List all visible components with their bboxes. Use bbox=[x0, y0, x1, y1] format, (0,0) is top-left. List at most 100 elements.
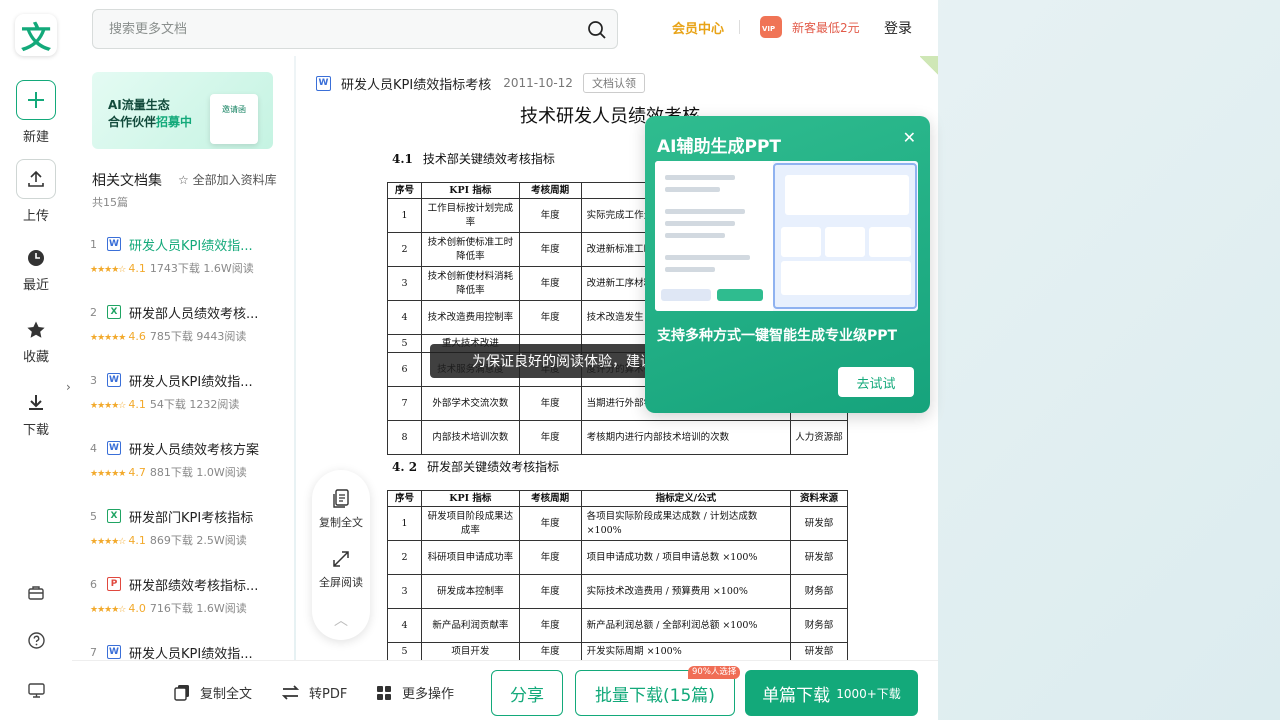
table-cell: 年度 bbox=[518, 608, 582, 643]
partner-banner[interactable]: AI流量生态 合作伙伴招募中 邀请函 bbox=[92, 72, 273, 149]
related-doc-item[interactable]: 6 P 研发部绩效考核指标... ★★★★☆ 4.0 716下载 1.6W阅读 bbox=[90, 574, 290, 634]
table-cell: 4 bbox=[387, 300, 422, 335]
invitation-card: 邀请函 bbox=[210, 94, 258, 144]
rating-stars: ★★★★☆ bbox=[90, 605, 126, 615]
table-cell: 年度 bbox=[518, 420, 582, 455]
share-button[interactable]: 分享 bbox=[491, 670, 563, 716]
table-header: 考核周期 bbox=[518, 490, 582, 507]
fullscreen-tool[interactable]: 全屏阅读 bbox=[312, 548, 370, 590]
try-button[interactable]: 去试试 bbox=[838, 367, 914, 397]
item-meta: ★★★★☆ 4.1 1743下载 1.6W阅读 bbox=[90, 260, 254, 276]
scroll-up-icon[interactable]: ︿ bbox=[312, 610, 370, 630]
vip-gift-icon: VIP bbox=[760, 16, 782, 38]
rating-score: 4.7 bbox=[128, 466, 146, 479]
table-cell: 研发项目阶段成果达成率 bbox=[420, 506, 520, 541]
new-button[interactable]: 新建 bbox=[0, 80, 72, 145]
search-icon[interactable] bbox=[587, 20, 607, 44]
table-cell: 3 bbox=[387, 574, 422, 609]
favorites-button[interactable]: 收藏 bbox=[0, 318, 72, 365]
table-cell: 人力资源部 bbox=[790, 420, 848, 455]
copy-all-tool[interactable]: 复制全文 bbox=[312, 488, 370, 530]
item-title: 研发人员KPI绩效指... bbox=[129, 647, 253, 660]
table-row: 4 新产品利润贡献率 年度 新产品利润总额 / 全部利润总额 ×100% 财务部 bbox=[387, 608, 848, 643]
rating-stars: ★★★★★ bbox=[90, 333, 126, 343]
table-cell: 技术创新使标准工时降低率 bbox=[420, 232, 520, 267]
search-input[interactable] bbox=[93, 10, 563, 48]
read-count: 2.5W阅读 bbox=[196, 534, 247, 547]
rating-score: 4.6 bbox=[128, 330, 146, 343]
item-meta: ★★★★★ 4.7 881下载 1.0W阅读 bbox=[90, 464, 247, 480]
table-cell: 研发部 bbox=[790, 540, 848, 575]
recent-button[interactable]: 最近 bbox=[0, 246, 72, 293]
related-doc-item[interactable]: 3 W 研发人员KPI绩效指... ★★★★☆ 4.1 54下载 1232阅读 bbox=[90, 370, 290, 430]
search-box[interactable] bbox=[92, 9, 618, 49]
more-actions-button[interactable]: 更多操作 bbox=[376, 683, 454, 702]
floating-toolbar: 复制全文 全屏阅读 ︿ bbox=[312, 470, 370, 640]
table-cell: 年度 bbox=[518, 198, 582, 233]
item-title: 研发部人员绩效考核... bbox=[129, 307, 259, 322]
logo[interactable]: 文 bbox=[15, 14, 57, 56]
file-type-icon: P bbox=[107, 577, 121, 591]
table-cell: 年度 bbox=[518, 300, 582, 335]
item-number: 4 bbox=[90, 442, 97, 455]
doc-header: W 研发人员KPI绩效指标考核 2011-10-12 文档认领 bbox=[316, 73, 645, 93]
to-pdf-button[interactable]: 转PDF bbox=[282, 683, 347, 702]
table-cell: 项目开发 bbox=[420, 642, 520, 660]
add-all-button[interactable]: ☆ 全部加入资料库 bbox=[178, 171, 277, 188]
single-download-button[interactable]: 单篇下载 1000+下载 bbox=[745, 670, 918, 716]
grid-icon bbox=[376, 685, 392, 701]
related-doc-item[interactable]: 1 W 研发人员KPI绩效指... ★★★★☆ 4.1 1743下载 1.6W阅读 bbox=[90, 234, 290, 294]
related-doc-item[interactable]: 4 W 研发人员绩效考核方案 ★★★★★ 4.7 881下载 1.0W阅读 bbox=[90, 438, 290, 498]
table-header: KPI 指标 bbox=[420, 182, 520, 199]
table-cell: 8 bbox=[387, 420, 422, 455]
login-link[interactable]: 登录 bbox=[884, 18, 912, 38]
collapse-arrow-icon[interactable]: › bbox=[66, 380, 71, 394]
related-count: 共15篇 bbox=[92, 196, 128, 209]
vip-center-link[interactable]: 会员中心 bbox=[672, 18, 724, 37]
table-cell: 2 bbox=[387, 232, 422, 267]
table-cell: 5 bbox=[387, 642, 422, 660]
item-number: 7 bbox=[90, 646, 97, 659]
related-sidebar: AI流量生态 合作伙伴招募中 邀请函 相关文档集 ☆ 全部加入资料库 共15篇 … bbox=[72, 56, 294, 660]
item-meta: ★★★★★ 4.6 785下载 9443阅读 bbox=[90, 328, 246, 344]
copy-all-button[interactable]: 复制全文 bbox=[174, 683, 252, 702]
download-count: 54下载 bbox=[149, 398, 186, 411]
left-rail: 文 新建 上传 最近 收藏 下载 bbox=[0, 0, 72, 720]
newcomer-promo[interactable]: VIP 新客最低2元 bbox=[760, 14, 860, 40]
download-count: 1743下载 bbox=[149, 262, 200, 275]
table-row: 8 内部技术培训次数 年度 考核期内进行内部技术培训的次数 人力资源部 bbox=[387, 420, 848, 455]
item-number: 6 bbox=[90, 578, 97, 591]
help-icon[interactable] bbox=[26, 630, 46, 650]
close-icon[interactable]: ✕ bbox=[903, 130, 916, 146]
table-cell: 年度 bbox=[518, 574, 582, 609]
related-doc-item[interactable]: 5 X 研发部门KPI考核指标 ★★★★☆ 4.1 869下载 2.5W阅读 bbox=[90, 506, 290, 566]
rating-score: 4.1 bbox=[128, 534, 146, 547]
table-cell: 5 bbox=[387, 334, 422, 353]
item-meta: ★★★★☆ 4.1 869下载 2.5W阅读 bbox=[90, 532, 247, 548]
device-icon[interactable] bbox=[26, 680, 46, 700]
read-count: 1.6W阅读 bbox=[196, 602, 247, 615]
claim-doc-tag[interactable]: 文档认领 bbox=[582, 73, 645, 93]
upload-button[interactable]: 上传 bbox=[0, 159, 72, 224]
table-cell: 项目申请成功数 / 项目申请总数 ×100% bbox=[580, 540, 792, 575]
word-file-icon: W bbox=[316, 75, 331, 91]
star-outline-icon: ☆ bbox=[178, 173, 189, 187]
rating-score: 4.1 bbox=[128, 398, 146, 411]
download-count: 785下载 bbox=[149, 330, 193, 343]
item-title: 研发人员绩效考核方案 bbox=[129, 443, 260, 458]
table-cell: 1 bbox=[387, 506, 422, 541]
toolbox-icon[interactable] bbox=[26, 582, 46, 602]
ai-ppt-popup: AI辅助生成PPT ✕ 支持多种方式一键智能生成专业级PPT 去试试 bbox=[645, 116, 930, 413]
copy-icon bbox=[174, 684, 190, 701]
section-heading-1: 4.1 技术部关键绩效考核指标 bbox=[392, 152, 555, 166]
star-icon bbox=[16, 318, 56, 342]
read-count: 1.0W阅读 bbox=[196, 466, 247, 479]
ppt-preview-image bbox=[655, 161, 918, 311]
related-doc-item[interactable]: 2 X 研发部人员绩效考核... ★★★★★ 4.6 785下载 9443阅读 bbox=[90, 302, 290, 362]
download-label: 下载 bbox=[22, 423, 49, 438]
item-meta: ★★★★☆ 4.1 54下载 1232阅读 bbox=[90, 396, 239, 412]
related-doc-item[interactable]: 7 W 研发人员KPI绩效指... bbox=[90, 642, 290, 660]
download-button[interactable]: 下载 bbox=[0, 391, 72, 438]
rating-score: 4.1 bbox=[128, 262, 146, 275]
table-row: 1 研发项目阶段成果达成率 年度 各项目实际阶段成果达成数 / 计划达成数 ×100%… bbox=[387, 506, 848, 541]
